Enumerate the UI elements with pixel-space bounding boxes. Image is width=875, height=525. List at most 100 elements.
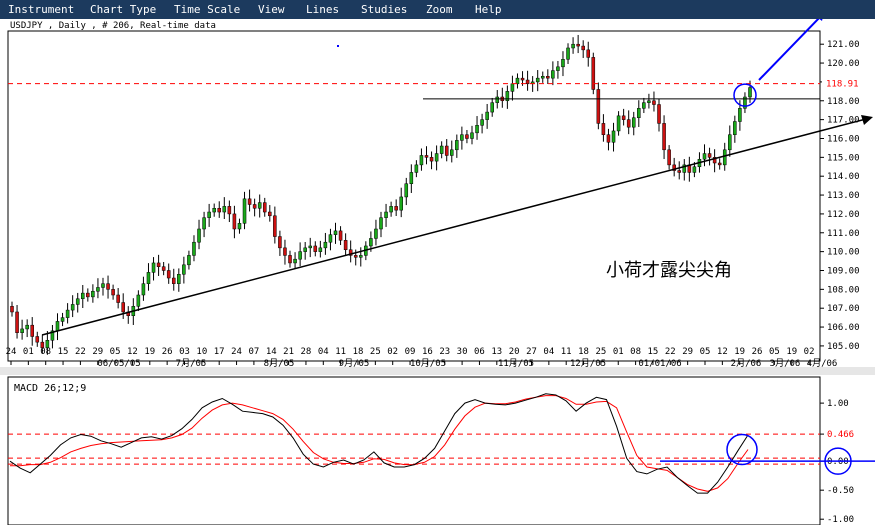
candle-body — [525, 79, 530, 85]
panel-separator — [0, 367, 875, 375]
candle-body — [65, 309, 70, 318]
candle-body — [535, 77, 540, 83]
candle-body — [273, 215, 277, 237]
candle-body — [480, 119, 484, 126]
candle-body — [343, 240, 348, 250]
candle-body — [429, 157, 434, 162]
price-x-tick-label: 05 — [769, 347, 780, 357]
price-x-tick-label: 12 — [127, 347, 138, 357]
candle-body — [384, 211, 388, 218]
candle-body — [626, 119, 631, 128]
price-x-tick-label: 22 — [75, 347, 86, 357]
candle-body — [434, 153, 439, 162]
candle-body — [237, 223, 242, 230]
candle-body — [424, 155, 429, 158]
candle-body — [510, 83, 515, 92]
price-y-tick-label: 114.00 — [827, 172, 860, 182]
candle-body — [192, 241, 196, 256]
candle-body — [399, 196, 403, 211]
menu-chart-type[interactable]: Chart Type — [90, 3, 156, 16]
menu-view[interactable]: View — [258, 3, 285, 16]
menu-lines[interactable]: Lines — [306, 3, 339, 16]
candle-body — [217, 208, 222, 213]
candle-body — [30, 324, 34, 337]
candle-body — [197, 228, 201, 243]
candle-body — [81, 292, 85, 300]
price-x-tick-label: 25 — [595, 347, 606, 357]
candle-body — [379, 217, 383, 230]
candle-body — [470, 132, 474, 139]
candle-body — [333, 230, 338, 235]
candle-body — [571, 43, 575, 49]
macd-y-tick-label: 1.00 — [827, 399, 849, 409]
price-x-tick-label: 25 — [370, 347, 381, 357]
candle-body — [475, 125, 479, 134]
candle-body — [450, 149, 454, 156]
candle-body — [515, 77, 520, 85]
price-x-tick-label: 26 — [752, 347, 763, 357]
menu-help[interactable]: Help — [475, 3, 502, 16]
price-x-tick-label: 23 — [439, 347, 450, 357]
macd-y-tick-label: -1.00 — [827, 515, 854, 525]
candle-body — [35, 336, 40, 343]
candle-body — [161, 266, 166, 271]
candle-body — [252, 204, 257, 209]
candle-body — [75, 298, 80, 305]
candle-body — [328, 234, 333, 243]
candle-body — [171, 277, 176, 284]
price-y-tick-label: 115.00 — [827, 153, 860, 163]
candle-body — [303, 247, 307, 252]
price-y-tick-label: 113.00 — [827, 191, 860, 201]
macd-y-tick-label: -0.50 — [827, 486, 854, 496]
candle-body — [202, 217, 206, 230]
candle-body — [495, 96, 500, 103]
price-x-tick-label: 04 — [318, 347, 329, 357]
candle-body — [70, 304, 75, 311]
candle-body — [222, 206, 227, 213]
candle-body — [637, 108, 641, 118]
candle-body — [460, 134, 464, 141]
candle-body — [455, 140, 459, 151]
candle-body — [419, 155, 424, 166]
candle-body — [101, 283, 105, 288]
candle-body — [591, 57, 596, 90]
price-x-tick-label: 03 — [179, 347, 190, 357]
price-x-tick-label: 10 — [196, 347, 207, 357]
menu-time-scale[interactable]: Time Scale — [174, 3, 240, 16]
candle-body — [151, 262, 156, 273]
price-x-tick-label: 16 — [422, 347, 433, 357]
candle-body — [652, 100, 656, 105]
candle-body — [25, 324, 29, 330]
candle-body — [520, 77, 525, 81]
candle-body — [111, 289, 115, 296]
candle-body — [353, 255, 358, 258]
candle-body — [257, 202, 262, 209]
price-y-tick-label: 111.00 — [827, 229, 860, 239]
menu-studies[interactable]: Studies — [361, 3, 407, 16]
stray-dot — [337, 45, 339, 47]
price-x-tick-label: 28 — [301, 347, 312, 357]
price-x-tick-label: 11 — [335, 347, 346, 357]
candle-body — [576, 43, 580, 47]
price-x-tick-label: 02 — [804, 347, 815, 357]
price-x-tick-label: 30 — [457, 347, 468, 357]
candle-body — [556, 66, 560, 71]
candle-body — [323, 241, 328, 249]
menu-zoom[interactable]: Zoom — [426, 3, 453, 16]
candle-body — [268, 211, 272, 217]
price-y-tick-label: 105.00 — [827, 342, 860, 352]
breakout-arrowhead — [819, 19, 823, 21]
candle-body — [293, 258, 297, 264]
price-x-tick-label: 14 — [266, 347, 277, 357]
candle-body — [288, 255, 292, 264]
candle-body — [561, 59, 565, 68]
candle-body — [359, 255, 363, 258]
candle-body — [96, 287, 100, 292]
candle-body — [738, 108, 742, 122]
candle-body — [227, 206, 232, 215]
price-x-tick-label: 29 — [682, 347, 693, 357]
price-x-tick-label: 24 — [231, 347, 242, 357]
candle-body — [338, 230, 343, 241]
price-x-tick-label: 18 — [578, 347, 589, 357]
menu-instrument[interactable]: Instrument — [8, 3, 74, 16]
